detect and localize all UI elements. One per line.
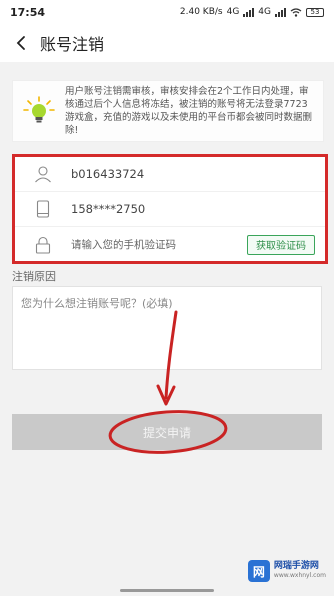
phone-icon: [15, 200, 71, 218]
network-right-label: 4G: [258, 7, 271, 17]
back-button[interactable]: [8, 30, 34, 56]
net-speed: 2.40 KB/s: [179, 7, 223, 17]
username-value: b016433724: [71, 167, 145, 181]
phone-value: 158****2750: [71, 202, 146, 216]
lock-icon: [15, 236, 71, 254]
phone-row: 158****2750: [15, 192, 325, 227]
status-icons: 2.40 KB/s 4G 4G 53: [180, 7, 324, 17]
user-icon: [15, 165, 71, 183]
page-title: 账号注销: [40, 35, 105, 54]
watermark-logo-icon: 网: [247, 560, 270, 582]
watermark: 网 网瑞手游网 www.wxhnyl.com: [247, 560, 326, 582]
reason-label: 注销原因: [12, 270, 56, 283]
username-row: b016433724: [15, 157, 325, 192]
status-bar: 17:54 2.40 KB/s 4G 4G 53: [0, 0, 334, 24]
reason-textarea[interactable]: [12, 286, 322, 370]
home-indicator: [120, 589, 214, 592]
verify-code-row: 获取验证码: [15, 227, 325, 262]
watermark-url: www.wxhnyl.com: [273, 572, 326, 579]
signal-icon-2: [275, 7, 286, 17]
status-time: 17:54: [10, 5, 46, 19]
wifi-icon: [290, 7, 302, 17]
get-code-button[interactable]: 获取验证码: [247, 234, 315, 255]
chevron-left-icon: [16, 36, 25, 50]
notice-panel: 用户账号注销需审核，审核安排会在2个工作日内处理，审核通过后个人信息将冻结，被注…: [12, 80, 324, 142]
watermark-name: 网瑞手游网: [273, 561, 319, 571]
app-header: 账号注销: [0, 24, 334, 62]
verify-code-input[interactable]: [71, 238, 247, 251]
battery-icon: 53: [306, 7, 324, 17]
lightbulb-icon: [13, 96, 65, 126]
signal-icon: [243, 7, 255, 17]
network-left-label: 4G: [226, 7, 240, 17]
notice-text: 用户账号注销需审核，审核安排会在2个工作日内处理，审核通过后个人信息将冻结，被注…: [65, 86, 313, 136]
account-form: b016433724 158****2750 获取验证码: [12, 154, 328, 264]
submit-button[interactable]: 提交申请: [12, 414, 322, 450]
watermark-text: 网瑞手游网 www.wxhnyl.com: [274, 561, 326, 581]
battery-level: 53: [310, 8, 320, 16]
